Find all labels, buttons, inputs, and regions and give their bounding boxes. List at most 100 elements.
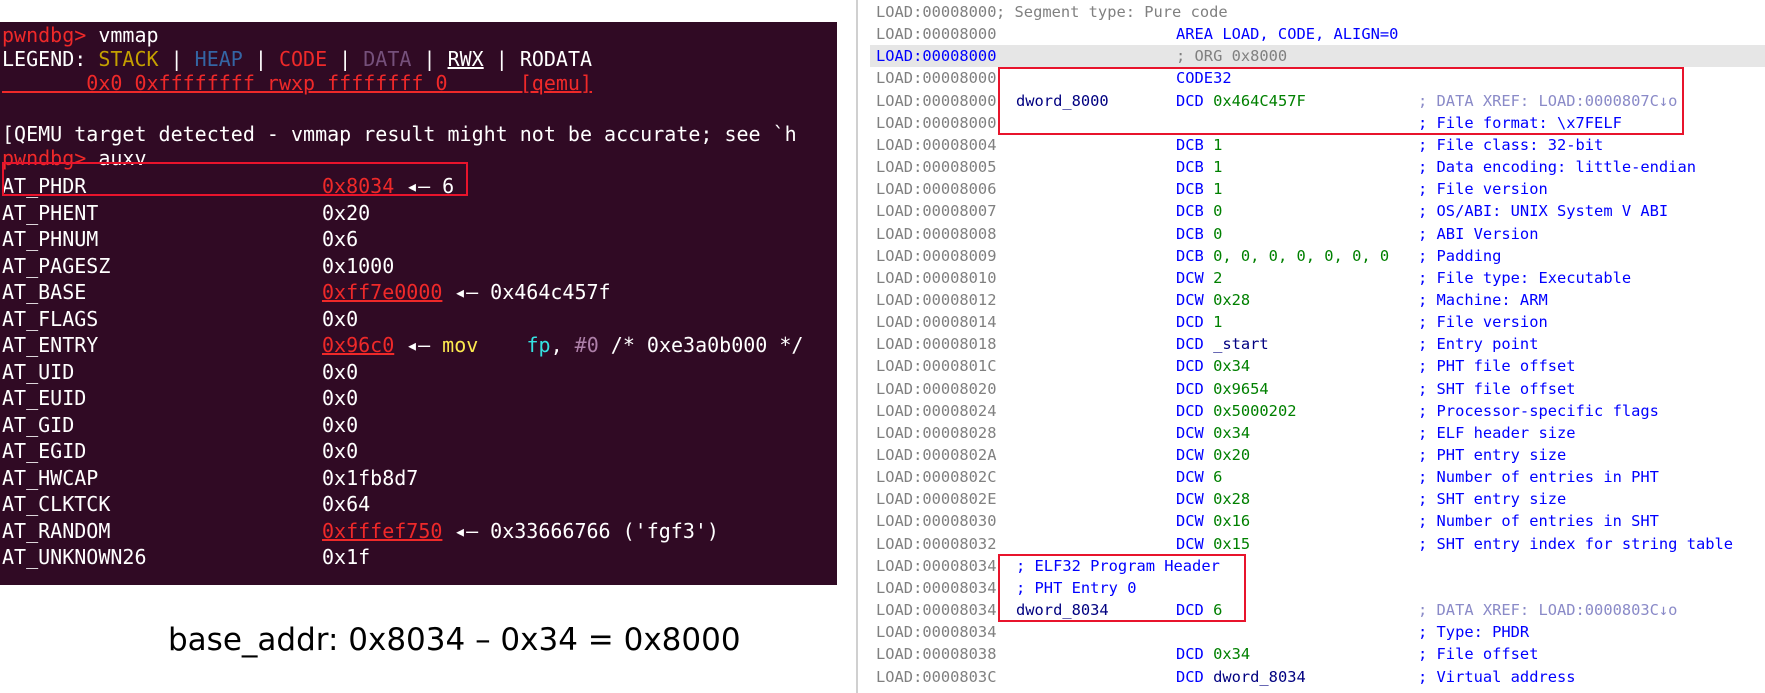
ida-line[interactable]: LOAD:0000801C DCD 0x34 ; PHT file offset: [870, 355, 1765, 377]
auxv-value: 0x0: [322, 359, 359, 384]
ida-address[interactable]: LOAD:00008009: [876, 245, 996, 267]
ida-address[interactable]: LOAD:00008000: [876, 90, 996, 112]
ida-line[interactable]: LOAD:00008012 DCW 0x28 ; Machine: ARM: [870, 289, 1765, 311]
ida-line[interactable]: LOAD:00008032 DCW 0x15 ; SHT entry index f…: [870, 533, 1765, 555]
ida-address[interactable]: LOAD:00008034: [876, 621, 996, 643]
ida-mnemonic: DCW: [1176, 512, 1214, 531]
ida-operand[interactable]: dword_8034: [1213, 668, 1306, 686]
ida-line[interactable]: LOAD:00008010 DCW 2 ; File type: Executabl…: [870, 267, 1765, 289]
ida-address[interactable]: LOAD:0000803C: [876, 666, 996, 688]
ida-line[interactable]: LOAD:00008020 DCD 0x9654 ; SHT file offset: [870, 378, 1765, 400]
ida-instruction: DCD 1: [1176, 311, 1222, 333]
auxv-row: AT_EGID 0x0: [2, 438, 358, 464]
ida-line[interactable]: LOAD:00008004 DCB 1 ; File class: 32-bit: [870, 134, 1765, 156]
ida-operand: 0: [1213, 202, 1223, 221]
ida-address[interactable]: LOAD:0000801C: [876, 355, 996, 377]
disasm-comma: ,: [550, 333, 575, 357]
ida-line[interactable]: LOAD:00008009 DCB 0, 0, 0, 0, 0, 0, 0 ; Pa…: [870, 245, 1765, 267]
ida-address[interactable]: LOAD:00008004: [876, 134, 996, 156]
auxv-value[interactable]: 0x96c0: [322, 332, 394, 358]
ida-address[interactable]: LOAD:0000802E: [876, 488, 996, 510]
ida-line[interactable]: LOAD:00008018 DCD _start ; Entry point: [870, 333, 1765, 355]
highlight-box-elf-header: [998, 67, 1684, 135]
ida-line[interactable]: LOAD:00008007 DCB 0 ; OS/ABI: UNIX System …: [870, 200, 1765, 222]
auxv-value[interactable]: 0xfffef750: [322, 518, 442, 544]
ida-address[interactable]: LOAD:00008018: [876, 333, 996, 355]
ida-line[interactable]: LOAD:0000803C DCD dword_8034 ; Virtual add…: [870, 666, 1765, 688]
ida-line[interactable]: LOAD:00008030 DCW 0x16 ; Number of entries…: [870, 510, 1765, 532]
ida-address[interactable]: LOAD:00008034: [876, 577, 996, 599]
ida-address[interactable]: LOAD:00008034: [876, 599, 996, 621]
ida-address[interactable]: LOAD:00008000: [876, 45, 996, 67]
ida-address[interactable]: LOAD:0000802C: [876, 466, 996, 488]
ida-comment: ; Type: PHDR: [1418, 623, 1530, 642]
disasm-gap: [478, 333, 526, 357]
auxv-value: 0x0: [322, 306, 359, 331]
ida-line[interactable]: LOAD:0000802C DCW 6 ; Number of entries in…: [870, 466, 1765, 488]
legend-rodata: RODATA: [519, 47, 593, 71]
ida-mnemonic: DCW: [1176, 490, 1214, 509]
ida-instruction: DCB 1: [1176, 156, 1222, 178]
ida-mnemonic: DCD: [1176, 645, 1214, 664]
ida-disassembly-view[interactable]: LOAD:00008000; Segment type: Pure code LO…: [870, 0, 1765, 693]
ida-line[interactable]: LOAD:00008028 DCW 0x34 ; ELF header size: [870, 422, 1765, 444]
ida-address[interactable]: LOAD:00008028: [876, 422, 996, 444]
ida-address[interactable]: LOAD:00008007: [876, 200, 996, 222]
ida-mnemonic: DCB: [1176, 246, 1214, 265]
ida-address[interactable]: LOAD:00008020: [876, 378, 996, 400]
ida-comment: ; Entry point: [1418, 335, 1539, 354]
qemu-note: [QEMU target detected - vmmap result mig…: [2, 122, 797, 146]
ida-line[interactable]: LOAD:00008024 DCD 0x5000202 ; Processor-sp…: [870, 400, 1765, 422]
ida-address[interactable]: LOAD:00008000: [876, 23, 996, 45]
disasm-arrow: ◂—: [394, 333, 443, 357]
ida-address[interactable]: LOAD:00008012: [876, 289, 996, 311]
ida-line[interactable]: LOAD:00008005 DCB 1 ; Data encoding: littl…: [870, 156, 1765, 178]
ida-line[interactable]: LOAD:0000802A DCW 0x20 ; PHT entry size: [870, 444, 1765, 466]
auxv-value: 0x0: [322, 412, 359, 437]
ida-line[interactable]: LOAD:00008006 DCB 1 ; File version: [870, 178, 1765, 200]
ida-comment: ; File offset: [1418, 645, 1539, 664]
ida-address[interactable]: LOAD:00008000: [876, 1, 996, 23]
ida-operand: 0x34: [1213, 645, 1251, 664]
ida-address[interactable]: LOAD:00008038: [876, 643, 996, 665]
ida-line[interactable]: LOAD:00008000; Segment type: Pure code: [870, 1, 1765, 23]
ida-address[interactable]: LOAD:00008008: [876, 223, 996, 245]
auxv-row: AT_FLAGS 0x0: [2, 306, 358, 332]
ida-line[interactable]: LOAD:00008008 DCB 0 ; ABI Version: [870, 223, 1765, 245]
ida-comment: ; OS/ABI: UNIX System V ABI: [1418, 202, 1669, 221]
ida-address[interactable]: LOAD:0000802A: [876, 444, 996, 466]
ida-address[interactable]: LOAD:00008032: [876, 533, 996, 555]
ida-operand: 0x28: [1213, 290, 1251, 309]
auxv-value: 0x0: [322, 386, 359, 410]
ida-line[interactable]: LOAD:0000802E DCW 0x28 ; SHT entry size: [870, 488, 1765, 510]
ida-address[interactable]: LOAD:00008005: [876, 156, 996, 178]
ida-address[interactable]: LOAD:00008000: [876, 112, 996, 134]
ida-line[interactable]: LOAD:00008034 ; Type: PHDR: [870, 621, 1765, 643]
ida-operand[interactable]: _start: [1213, 335, 1269, 353]
ida-address[interactable]: LOAD:00008030: [876, 510, 996, 532]
ida-instruction: DCD _start: [1176, 333, 1269, 355]
ida-line[interactable]: LOAD:00008014 DCD 1 ; File version: [870, 311, 1765, 333]
ida-address[interactable]: LOAD:00008006: [876, 178, 996, 200]
ida-line[interactable]: LOAD:00008000 ; ORG 0x8000: [870, 45, 1765, 68]
ida-line[interactable]: LOAD:00008000 AREA LOAD, CODE, ALIGN=0: [870, 23, 1765, 45]
ida-address[interactable]: LOAD:00008014: [876, 311, 996, 333]
ida-address[interactable]: LOAD:00008000: [876, 67, 996, 89]
legend-line: LEGEND: STACK | HEAP | CODE | DATA | RWX…: [2, 46, 592, 72]
auxv-value[interactable]: 0xff7e0000: [322, 279, 442, 305]
legend-rwx: RWX: [447, 47, 484, 71]
ida-instruction: DCW 0x15: [1176, 533, 1250, 555]
legend-data: DATA: [363, 47, 412, 71]
legend-sep: |: [327, 47, 364, 71]
ida-line[interactable]: LOAD:00008038 DCD 0x34 ; File offset: [870, 643, 1765, 665]
auxv-key: AT_EGID: [2, 439, 87, 463]
ida-address[interactable]: LOAD:00008024: [876, 400, 996, 422]
ida-instruction: DCW 6: [1176, 466, 1222, 488]
ida-address[interactable]: LOAD:00008010: [876, 267, 996, 289]
ida-instruction: DCD 0x9654: [1176, 378, 1269, 400]
ida-mnemonic: DCD: [1176, 357, 1214, 376]
ida-address[interactable]: LOAD:00008034: [876, 555, 996, 577]
auxv-key: AT_UNKNOWN26: [2, 545, 147, 569]
vmmap-entry: 0x0 0xffffffff rwxp ffffffff 0 [qemu]: [2, 71, 593, 95]
ida-comment: ; Number of entries in SHT: [1418, 512, 1659, 531]
